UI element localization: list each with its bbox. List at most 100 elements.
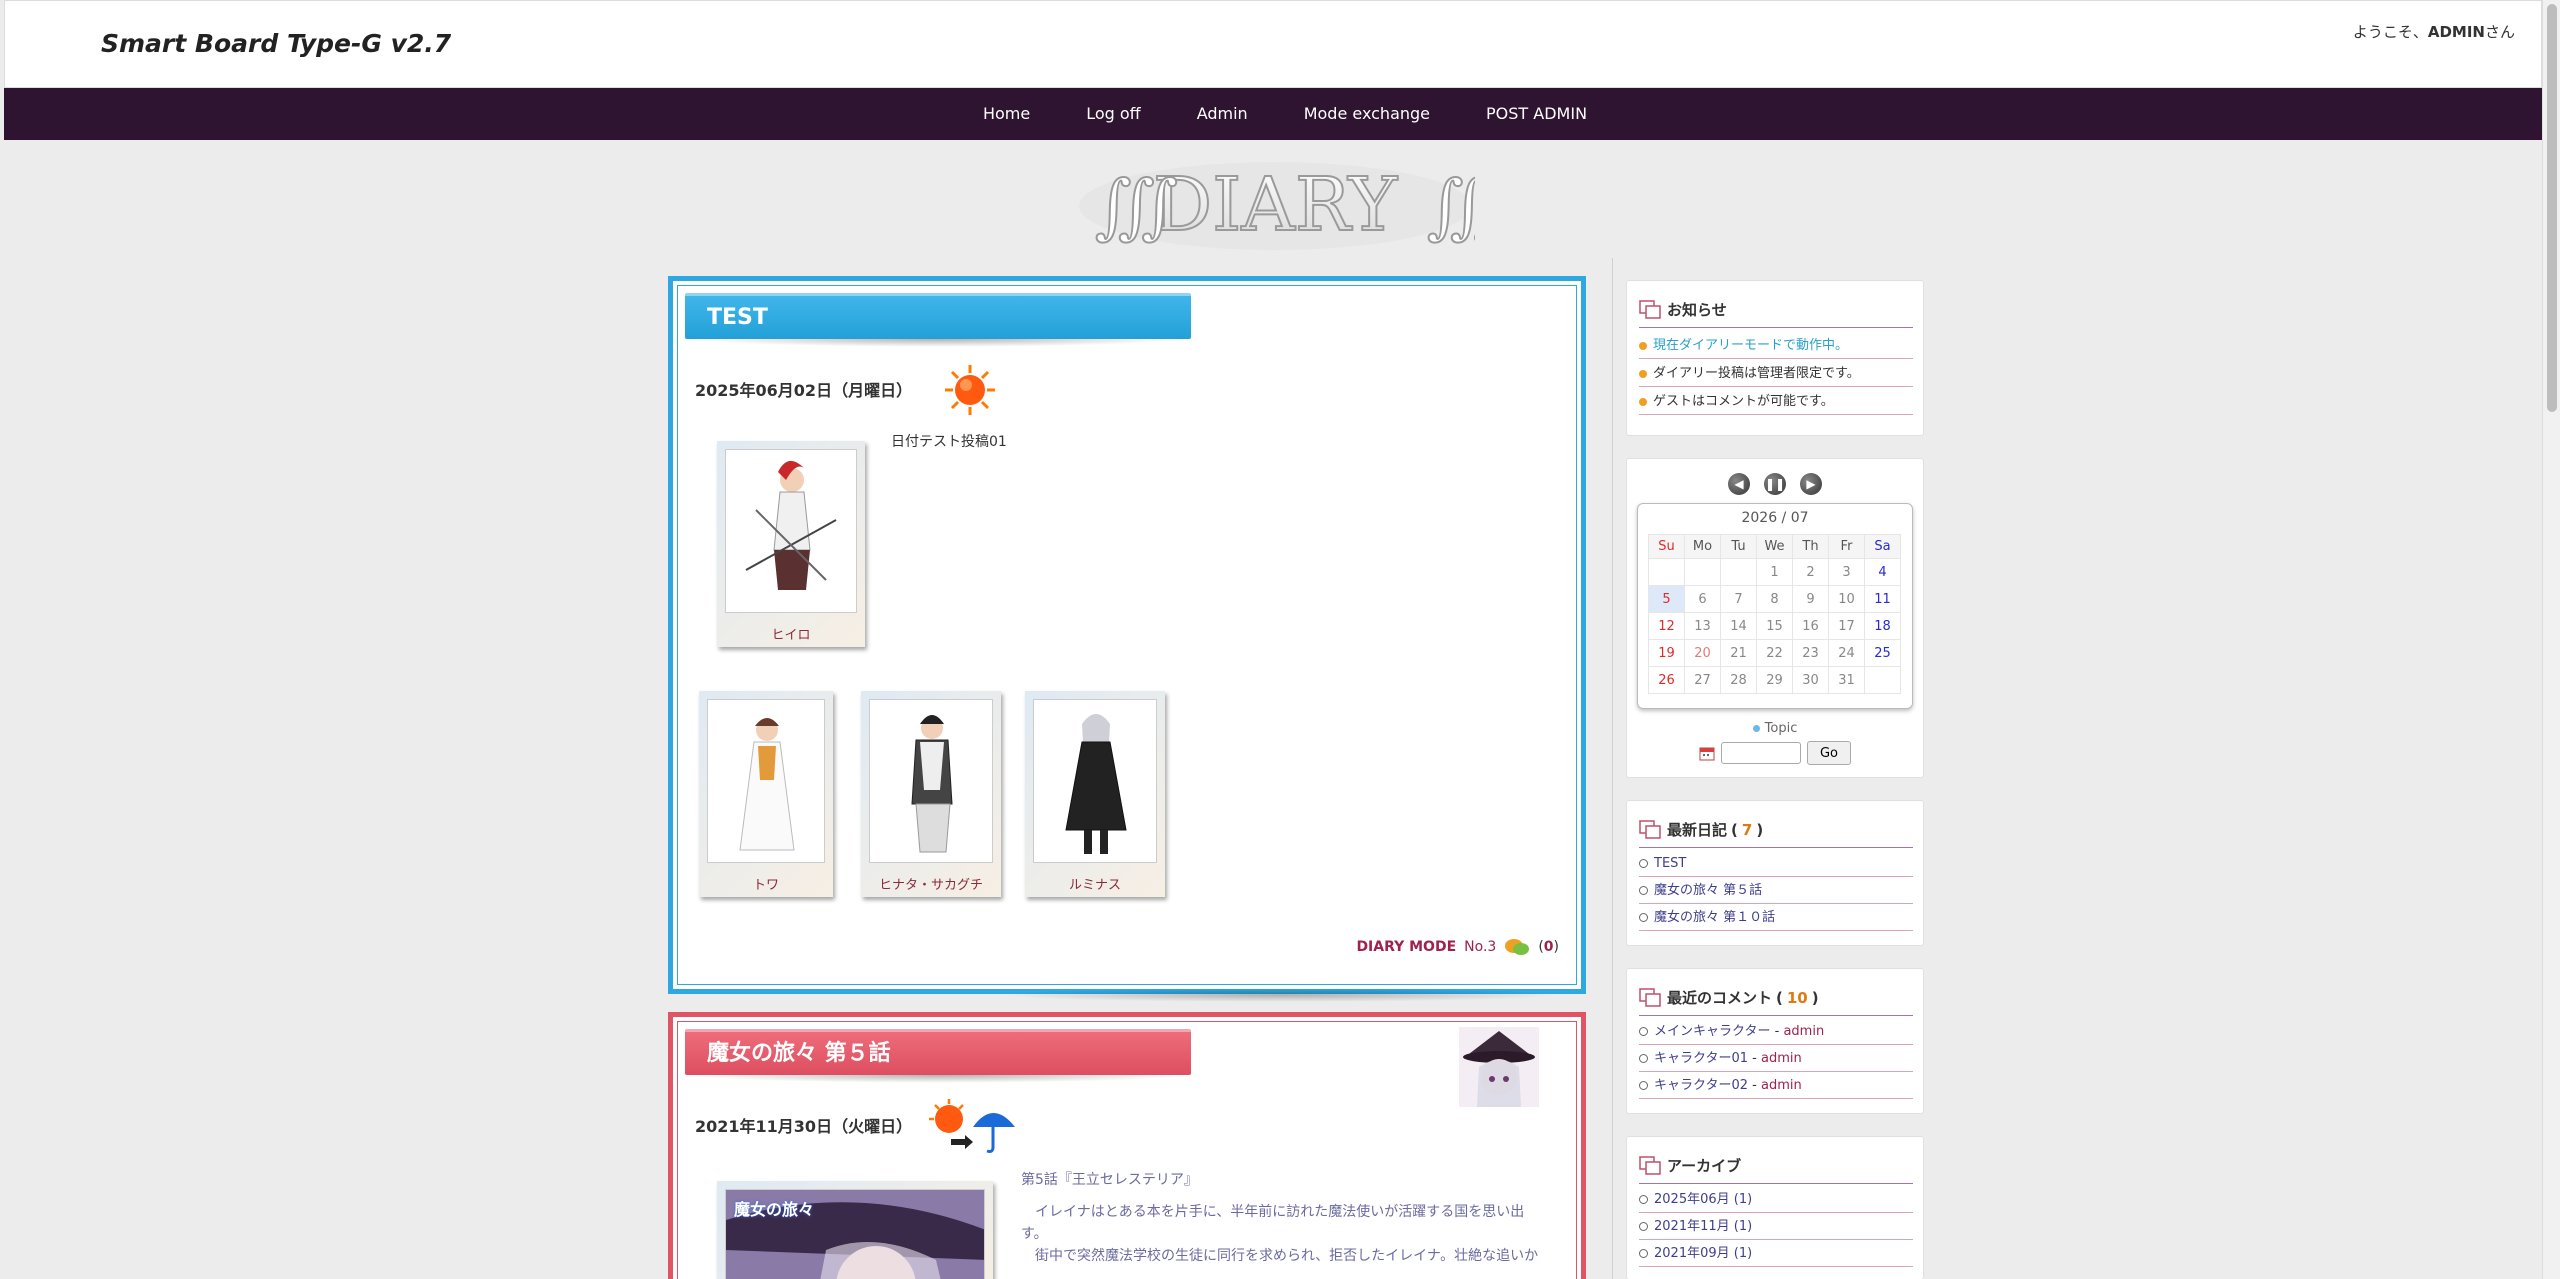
date-input[interactable] (1721, 742, 1801, 764)
calendar-day[interactable]: 3 (1828, 558, 1865, 586)
calendar-day[interactable]: 15 (1756, 612, 1793, 640)
calendar-day[interactable]: 8 (1756, 585, 1793, 613)
entry-footer: DIARY MODE No.3 (0) (1356, 937, 1559, 957)
character-image (707, 699, 825, 863)
calendar-day[interactable]: 28 (1720, 666, 1757, 694)
archive-item[interactable]: 2021年11月 (1) (1639, 1214, 1913, 1240)
archive-widget: アーカイブ 2025年06月 (1) 2021年11月 (1) 2021年09月… (1626, 1136, 1924, 1279)
photo-frame[interactable]: 魔女の旅々 (717, 1181, 993, 1279)
ring-icon (1639, 859, 1648, 868)
calendar-day[interactable]: 30 (1792, 666, 1829, 694)
recent-diary-item[interactable]: TEST (1639, 851, 1913, 877)
dot-icon (1639, 341, 1647, 350)
calendar-day[interactable]: 26 (1648, 666, 1685, 694)
archive-item[interactable]: 2025年06月 (1) (1639, 1187, 1913, 1213)
window-icon (1639, 299, 1661, 319)
calendar-day[interactable]: 17 (1828, 612, 1865, 640)
ring-icon (1639, 1081, 1648, 1090)
nav-admin[interactable]: Admin (1197, 88, 1248, 140)
recent-comment-item[interactable]: キャラクター02 - admin (1639, 1073, 1913, 1099)
weekday-header: Su (1648, 534, 1685, 559)
ring-icon (1639, 1054, 1648, 1063)
calendar-day[interactable]: 22 (1756, 639, 1793, 667)
go-button[interactable]: Go (1807, 741, 1851, 765)
calendar-day[interactable]: 21 (1720, 639, 1757, 667)
ring-icon (1639, 886, 1648, 895)
calendar-day[interactable]: 29 (1756, 666, 1793, 694)
calendar-day[interactable]: 7 (1720, 585, 1757, 613)
sun-to-rain-icon (929, 1099, 1015, 1153)
comment-count[interactable]: (0) (1538, 939, 1559, 955)
title-divider (1639, 1183, 1913, 1184)
diary-mode-label: DIARY MODE (1356, 939, 1457, 955)
archive-item[interactable]: 2021年09月 (1) (1639, 1241, 1913, 1267)
calendar-day[interactable]: 1 (1756, 558, 1793, 586)
svg-text:∭: ∭ (1095, 165, 1178, 247)
window-icon (1639, 987, 1661, 1007)
scrollbar-thumb[interactable] (2547, 4, 2557, 412)
welcome-user: ADMIN (2427, 23, 2485, 41)
calendar-day[interactable]: 2 (1792, 558, 1829, 586)
calendar-day[interactable]: 25 (1864, 639, 1901, 667)
comment-icon[interactable] (1504, 937, 1530, 957)
character-image (725, 449, 857, 613)
ring-icon (1639, 1249, 1648, 1258)
dot-icon (1639, 369, 1647, 378)
calendar-day[interactable]: 24 (1828, 639, 1865, 667)
calendar-day[interactable]: 4 (1864, 558, 1901, 586)
calendar-day[interactable]: 27 (1684, 666, 1721, 694)
diary-logo: DIARY ∭ ∭ (1079, 161, 1475, 250)
calendar-day[interactable]: 18 (1864, 612, 1901, 640)
anime-image: 魔女の旅々 (725, 1189, 985, 1279)
next-month-icon[interactable]: ▶ (1800, 473, 1822, 495)
calendar-day[interactable]: 6 (1684, 585, 1721, 613)
welcome-message: ようこそ、ADMINさん (2352, 23, 2515, 41)
nav-post-admin[interactable]: POST ADMIN (1486, 88, 1587, 140)
nav-mode-exchange[interactable]: Mode exchange (1304, 88, 1430, 140)
calendar-day[interactable]: 19 (1648, 639, 1685, 667)
calendar-icon[interactable] (1699, 745, 1715, 761)
calendar-day[interactable]: 31 (1828, 666, 1865, 694)
recent-comment-item[interactable]: キャラクター01 - admin (1639, 1046, 1913, 1072)
calendar-day[interactable]: 12 (1648, 612, 1685, 640)
recent-diary-item[interactable]: 魔女の旅々 第１０話 (1639, 905, 1913, 931)
nav-log-off[interactable]: Log off (1086, 88, 1140, 140)
entry-title[interactable]: 魔女の旅々 第５話 (685, 1029, 1191, 1083)
widget-title: 最新日記( 7 ) (1639, 819, 1763, 840)
calendar-day[interactable]: 10 (1828, 585, 1865, 613)
photo-frame[interactable]: ルミナス (1025, 691, 1165, 897)
photo-caption: トワ (752, 878, 779, 893)
photo-frame[interactable]: ヒナタ・サカグチ (861, 691, 1001, 897)
calendar-day-holiday[interactable]: 20 (1684, 639, 1721, 667)
calendar-day (1684, 558, 1721, 586)
recent-comment-item[interactable]: メインキャラクター - admin (1639, 1019, 1913, 1045)
widget-title: 最近のコメント( 10 ) (1639, 987, 1819, 1008)
calendar-day[interactable]: 16 (1792, 612, 1829, 640)
widget-title: アーカイブ (1639, 1155, 1741, 1176)
calendar-widget: ◀ ❚❚ ▶ 2026 / 07 Su Mo Tu We Th Fr Sa 1 … (1626, 458, 1924, 778)
page-scrollbar[interactable] (2542, 0, 2560, 1279)
calendar-day[interactable]: 14 (1720, 612, 1757, 640)
entry-title[interactable]: TEST (685, 293, 1191, 347)
title-divider (1639, 327, 1913, 328)
calendar-day[interactable]: 9 (1792, 585, 1829, 613)
entry-date: 2021年11月30日（火曜日） (695, 1117, 913, 1136)
pause-icon[interactable]: ❚❚ (1764, 473, 1786, 495)
recent-diary-item[interactable]: 魔女の旅々 第５話 (1639, 878, 1913, 904)
photo-caption: ヒイロ (771, 628, 811, 643)
calendar-day[interactable]: 11 (1864, 585, 1901, 613)
photo-caption: 魔女の旅々 (734, 1200, 815, 1219)
photo-frame[interactable]: ヒイロ (717, 441, 865, 647)
photo-frame[interactable]: トワ (699, 691, 833, 897)
calendar-day[interactable]: 23 (1792, 639, 1829, 667)
nav-home[interactable]: Home (983, 88, 1030, 140)
prev-month-icon[interactable]: ◀ (1728, 473, 1750, 495)
site-title[interactable]: Smart Board Type-G v2.7 (101, 29, 451, 58)
site-header: Smart Board Type-G v2.7 ようこそ、ADMINさん (4, 0, 2542, 88)
photo-caption: ヒナタ・サカグチ (878, 878, 983, 893)
character-image (1033, 699, 1157, 863)
calendar-day-today[interactable]: 5 (1648, 585, 1685, 613)
character-image (869, 699, 993, 863)
calendar-day[interactable]: 13 (1684, 612, 1721, 640)
weekday-header: Th (1792, 534, 1829, 559)
